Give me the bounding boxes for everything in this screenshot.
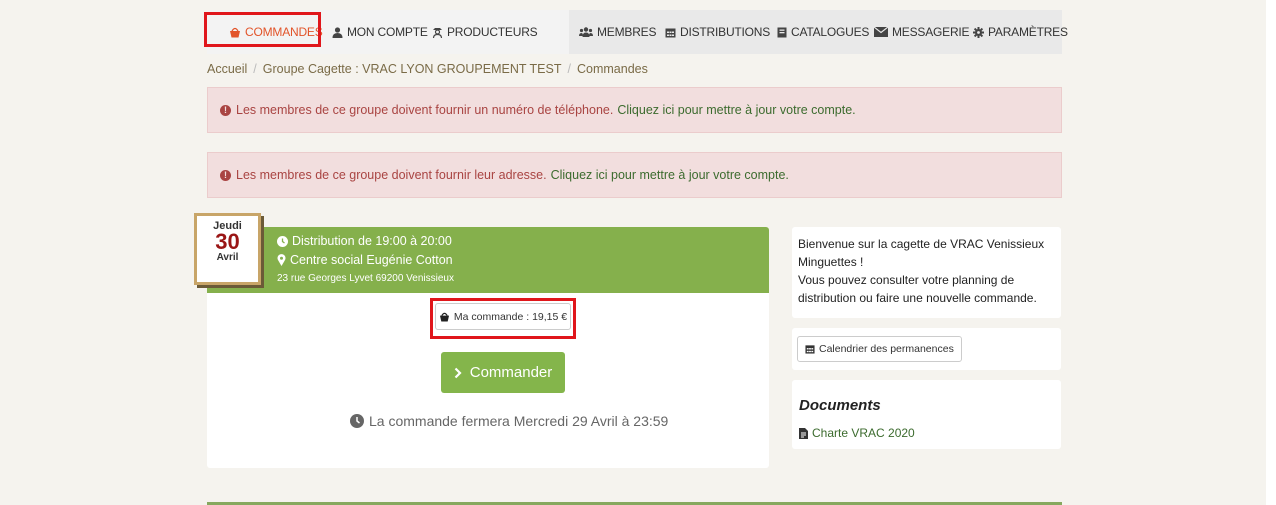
breadcrumb: Accueil / Groupe Cagette : VRAC LYON GROUP… [207, 62, 648, 76]
basket-icon [439, 312, 449, 322]
exclamation-icon: ! [220, 169, 231, 181]
breadcrumb-home[interactable]: Accueil [207, 62, 247, 76]
welcome-line-1: Bienvenue sur la cagette de VRAC Venissi… [798, 237, 1045, 251]
map-marker-icon [277, 254, 286, 266]
alert-phone-link[interactable]: Cliquez ici pour mettre à jour votre com… [617, 103, 855, 117]
date-box: Jeudi 30 Avril [194, 213, 261, 285]
exclamation-icon: ! [220, 104, 231, 116]
main-container: COMMANDES MON COMPTE PRODUCTEURS MEMBRES… [194, 0, 1068, 505]
alert-address-text: Les membres de ce groupe doivent fournir… [236, 168, 547, 182]
alert-phone: ! Les membres de ce groupe doivent fourn… [207, 87, 1062, 133]
calendar-permanences-label: Calendrier des permanences [819, 343, 954, 355]
closing-text: La commande fermera Mercredi 29 Avril à … [369, 413, 669, 429]
distribution-time-text: Distribution de 19:00 à 20:00 [292, 234, 452, 248]
welcome-box: Bienvenue sur la cagette de VRAC Venissi… [792, 227, 1061, 318]
commander-label: Commander [469, 364, 553, 381]
nav-distributions[interactable]: DISTRIBUTIONS [665, 10, 770, 54]
nav-catalogues-label: CATALOGUES [791, 25, 870, 39]
envelope-icon [874, 27, 888, 37]
distribution-time: Distribution de 19:00 à 20:00 [277, 234, 452, 248]
calendar-icon [665, 28, 676, 37]
top-nav: COMMANDES MON COMPTE PRODUCTEURS MEMBRES… [207, 10, 1068, 54]
nav-producteurs[interactable]: PRODUCTEURS [432, 10, 538, 54]
scrollbar-area [1266, 0, 1276, 505]
distribution-place: Centre social Eugénie Cotton [277, 253, 453, 267]
nav-parametres[interactable]: PARAMÈTRES [973, 10, 1068, 54]
my-order-button[interactable]: Ma commande : 19,15 € [435, 303, 571, 330]
alert-phone-text: Les membres de ce groupe doivent fournir… [236, 103, 614, 117]
documents-box: Documents Charte VRAC 2020 [792, 380, 1061, 449]
welcome-line-2: Minguettes ! [798, 255, 864, 269]
nav-catalogues[interactable]: CATALOGUES [777, 10, 869, 54]
farmer-icon [432, 28, 443, 38]
clock-icon [350, 414, 364, 428]
document-link-label: Charte VRAC 2020 [812, 426, 915, 440]
distribution-card: Distribution de 19:00 à 20:00 Centre soc… [194, 213, 769, 468]
welcome-line-4: distribution ou faire une nouvelle comma… [798, 291, 1037, 305]
document-link-charte[interactable]: Charte VRAC 2020 [799, 426, 915, 440]
chevron-right-icon [454, 367, 462, 378]
file-icon [799, 427, 808, 439]
users-icon [579, 27, 593, 37]
nav-messagerie-label: MESSAGERIE [892, 25, 970, 39]
nav-commandes[interactable]: COMMANDES [229, 10, 323, 54]
distribution-address: 23 rue Georges Lyvet 69200 Venissieux [277, 273, 454, 284]
alert-address: ! Les membres de ce groupe doivent fourn… [207, 152, 1062, 198]
nav-mon-compte[interactable]: MON COMPTE [332, 10, 428, 54]
gear-icon [973, 26, 984, 38]
user-icon [332, 26, 343, 38]
alert-address-link[interactable]: Cliquez ici pour mettre à jour votre com… [551, 168, 789, 182]
my-order-label: Ma commande : 19,15 € [453, 310, 568, 323]
calendar-box: Calendrier des permanences [792, 328, 1061, 370]
basket-icon [230, 27, 240, 37]
commander-button[interactable]: Commander [441, 352, 565, 393]
book-icon [777, 27, 787, 37]
nav-mon-compte-label: MON COMPTE [347, 25, 428, 39]
nav-distributions-label: DISTRIBUTIONS [680, 25, 771, 39]
date-day-number: 30 [215, 229, 240, 254]
nav-membres[interactable]: MEMBRES [579, 10, 656, 54]
distribution-header: Distribution de 19:00 à 20:00 Centre soc… [207, 227, 769, 293]
clock-icon [277, 235, 288, 247]
breadcrumb-current: Commandes [576, 62, 648, 76]
calendar-permanences-button[interactable]: Calendrier des permanences [797, 336, 962, 362]
closing-info: La commande fermera Mercredi 29 Avril à … [350, 413, 668, 429]
welcome-line-3: Vous pouvez consulter votre planning de [798, 273, 1015, 287]
nav-membres-label: MEMBRES [597, 25, 657, 39]
nav-messagerie[interactable]: MESSAGERIE [874, 10, 970, 54]
nav-commandes-label: COMMANDES [245, 25, 323, 39]
nav-producteurs-label: PRODUCTEURS [447, 25, 538, 39]
distribution-place-text: Centre social Eugénie Cotton [290, 253, 453, 267]
breadcrumb-group[interactable]: Groupe Cagette : VRAC LYON GROUPEMENT TE… [263, 62, 562, 76]
nav-parametres-label: PARAMÈTRES [988, 25, 1068, 39]
documents-title: Documents [799, 397, 881, 414]
date-month: Avril [216, 252, 239, 263]
calendar-icon [805, 345, 815, 354]
